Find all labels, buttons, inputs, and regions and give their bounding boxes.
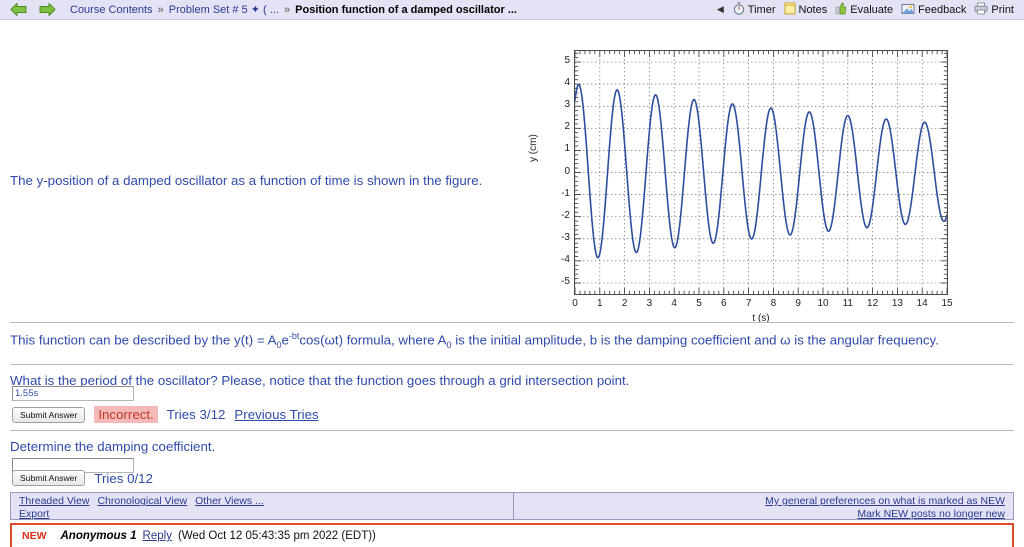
toolbar-print-button[interactable]: Print — [972, 2, 1016, 18]
chart-x-tick-label: 1 — [597, 298, 603, 309]
mark-new-posts-link[interactable]: Mark NEW posts no longer new — [857, 508, 1005, 520]
forum-post: NEW Anonymous 1 Reply (Wed Oct 12 05:43:… — [10, 523, 1014, 547]
chart-plot-area — [574, 50, 948, 295]
chart-x-tick-label: 0 — [572, 298, 578, 309]
breadcrumb-separator-2: » — [283, 4, 291, 16]
thumbs-up-icon — [835, 2, 847, 18]
chart-x-tick-label: 5 — [696, 298, 702, 309]
toolbar-feedback-label: Feedback — [918, 3, 967, 16]
question-2-text: Determine the damping coefficient. — [10, 439, 216, 454]
toolbar-timer-label: Timer — [747, 3, 776, 16]
toolbar-evaluate-button[interactable]: Evaluate — [833, 2, 895, 18]
new-badge: NEW — [22, 530, 47, 542]
chart-y-tick-label: -2 — [561, 209, 570, 221]
chart-x-tick-label: 9 — [795, 298, 801, 309]
chart-curve — [575, 51, 947, 294]
general-preferences-link[interactable]: My general preferences on what is marked… — [765, 495, 1005, 507]
chart-x-axis-ticks: 0 1 2 3 4 5 6 7 8 9 10 11 12 13 14 15 — [572, 298, 952, 312]
chart-x-tick-label: 15 — [941, 298, 953, 309]
feedback-icon — [901, 2, 915, 18]
discussion-preferences: My general preferences on what is marked… — [513, 493, 1013, 520]
divider-above-question-2 — [10, 430, 1014, 431]
top-navigation-bar: Course Contents » Problem Set # 5 ✦ ( ..… — [0, 0, 1024, 20]
question-1-answer-input[interactable] — [12, 386, 134, 401]
question-1-submit-button[interactable]: Submit Answer — [12, 406, 86, 423]
chart-x-tick-label: 3 — [646, 298, 653, 309]
chart-x-tick-label: 14 — [916, 298, 928, 309]
question-2-tries-count: Tries 0/12 — [94, 470, 153, 486]
toolbar-notes-label: Notes — [798, 3, 828, 16]
forum-post-header: NEW Anonymous 1 Reply (Wed Oct 12 05:43:… — [22, 530, 1002, 542]
threaded-view-link[interactable]: Threaded View — [19, 495, 89, 507]
note-icon — [784, 2, 796, 18]
chart-x-tick-label: 6 — [721, 298, 727, 309]
arrow-right-icon[interactable] — [39, 2, 56, 17]
chart-y-tick-label: 3 — [564, 99, 570, 111]
toolbar-timer-button[interactable]: Timer — [731, 1, 778, 18]
question-2-submit-row: Submit Answer Tries 0/12 — [12, 470, 153, 486]
toolbar-feedback-button[interactable]: Feedback — [899, 2, 968, 18]
chart-x-tick-label: 2 — [621, 298, 628, 309]
breadcrumb-item-course-contents[interactable]: Course Contents — [70, 4, 153, 16]
post-author: Anonymous 1 — [60, 530, 137, 542]
damped-oscillator-chart: y (cm) 5 4 3 2 1 0 -1 -2 -3 -4 -5 0 1 2 3 4 5 6 7 8 9 10 11 12… — [528, 50, 953, 325]
chart-x-tick-label: 11 — [842, 298, 853, 309]
toolbar-print-label: Print — [991, 3, 1014, 16]
chronological-view-link[interactable]: Chronological View — [97, 495, 187, 507]
chart-y-tick-label: -1 — [561, 187, 570, 199]
formula-e: e — [281, 332, 289, 348]
export-link[interactable]: Export — [19, 508, 264, 520]
breadcrumb-separator-1: » — [157, 4, 164, 16]
divider-above-formula — [10, 322, 1014, 323]
question-2-submit-button[interactable]: Submit Answer — [12, 470, 86, 486]
toolbar-notes-button[interactable]: Notes — [782, 2, 830, 18]
intro-paragraph: The y-position of a damped oscillator as… — [10, 173, 483, 188]
toolbar-collapse-icon[interactable]: ◀ — [717, 4, 724, 15]
question-1-previous-tries-link[interactable]: Previous Tries — [234, 407, 318, 422]
toolbar-evaluate-label: Evaluate — [850, 3, 894, 16]
chart-y-tick-label: 5 — [564, 55, 570, 67]
post-timestamp: (Wed Oct 12 05:43:35 pm 2022 (EDT)) — [177, 530, 376, 542]
chart-y-tick-label: 2 — [564, 121, 570, 133]
stopwatch-icon — [733, 1, 745, 18]
divider-above-question-1 — [10, 364, 1014, 365]
formula-paragraph: This function can be described by the y(… — [10, 328, 1000, 354]
printer-icon — [974, 2, 988, 18]
chart-y-tick-label: 1 — [564, 143, 570, 155]
discussion-toolbar: Threaded View Chronological View Other V… — [10, 492, 1014, 520]
chart-y-axis-ticks: 5 4 3 2 1 0 -1 -2 -3 -4 -5 — [532, 50, 570, 295]
breadcrumb-item-current: Position function of a damped oscillator… — [295, 4, 517, 16]
question-1-tries-count: Tries 3/12 — [166, 407, 226, 422]
formula-exponent: -bt — [288, 331, 300, 341]
breadcrumb: Course Contents » Problem Set # 5 ✦ ( ..… — [70, 3, 517, 16]
nav-arrows — [6, 2, 62, 17]
formula-cos: cos(ωt) — [299, 332, 344, 348]
question-1-verdict-badge: Incorrect. — [94, 406, 158, 423]
chart-x-tick-label: 13 — [891, 298, 903, 309]
formula-part-1: This function can be described by the y(… — [10, 332, 277, 348]
formula-part-3: is the initial amplitude, b is the dampi… — [451, 332, 939, 348]
chart-x-tick-label: 12 — [867, 298, 879, 309]
chart-y-tick-label: -5 — [561, 275, 570, 287]
chart-x-tick-label: 4 — [671, 298, 677, 309]
chart-x-tick-label: 7 — [745, 298, 752, 309]
chart-y-tick-label: -4 — [561, 253, 570, 265]
breadcrumb-item-problem-set[interactable]: Problem Set # 5 ✦ ( ... — [169, 4, 279, 16]
formula-part-2: formula, where A — [343, 332, 447, 348]
chart-y-tick-label: -3 — [561, 231, 570, 243]
chart-y-tick-label: 4 — [564, 77, 570, 89]
question-1-submit-row: Submit Answer Incorrect. Tries 3/12 Prev… — [12, 406, 319, 423]
arrow-left-icon[interactable] — [10, 2, 27, 17]
chart-x-tick-label: 10 — [817, 298, 829, 309]
chart-y-tick-label: 0 — [564, 165, 570, 177]
toolbar: ◀ Timer Notes Evaluate Feedback Print — [717, 1, 1018, 18]
chart-x-tick-label: 8 — [770, 298, 777, 309]
discussion-view-links-row: Threaded View Chronological View Other V… — [19, 495, 264, 507]
other-views-link[interactable]: Other Views ... — [195, 495, 264, 507]
discussion-view-options: Threaded View Chronological View Other V… — [11, 493, 272, 520]
post-reply-link[interactable]: Reply — [143, 530, 172, 542]
